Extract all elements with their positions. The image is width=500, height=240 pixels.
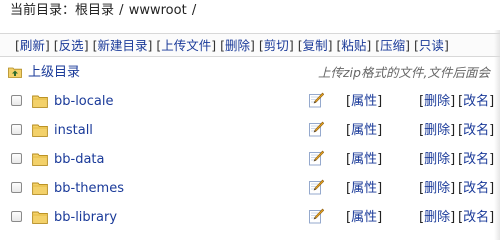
breadcrumb-separator: / <box>191 3 197 18</box>
folder-icon <box>32 153 48 166</box>
file-row: bb-themes [属性] [删除] [改名] <box>0 174 500 203</box>
delete-label: 删除 <box>424 94 451 109</box>
folder-icon <box>32 95 48 108</box>
edit-icon[interactable] <box>309 179 324 195</box>
file-checkbox[interactable] <box>11 211 22 222</box>
file-name-link[interactable]: install <box>54 116 93 145</box>
parent-directory-row: 上级目录 上传zip格式的文件,文件后面会 <box>0 62 500 84</box>
file-name-link[interactable]: bb-locale <box>54 87 113 116</box>
edit-icon[interactable] <box>309 208 324 224</box>
rename-action[interactable]: [改名] <box>458 145 494 174</box>
delete-action[interactable]: [删除] <box>419 145 455 174</box>
file-row: bb-locale [属性] [删除] [改名] <box>0 87 500 116</box>
refresh-button[interactable]: 刷新 <box>20 38 45 53</box>
delete-action[interactable]: [删除] <box>419 174 455 203</box>
breadcrumb-current[interactable]: wwwroot <box>129 3 187 18</box>
delete-button[interactable]: 删除 <box>225 38 250 53</box>
edit-icon[interactable] <box>309 92 324 108</box>
attributes-label: 属性 <box>351 94 378 109</box>
edit-icon[interactable] <box>309 150 324 166</box>
folder-icon <box>32 182 48 195</box>
attributes-action[interactable]: [属性] <box>346 174 382 203</box>
new-folder-button[interactable]: 新建目录 <box>97 38 147 53</box>
attributes-action[interactable]: [属性] <box>346 203 382 232</box>
attributes-action[interactable]: [属性] <box>346 87 382 116</box>
toolbar: [刷新] [反选] [新建目录] [上传文件] [删除] [剪切] [复制] [… <box>0 33 500 57</box>
parent-directory-link[interactable]: 上级目录 <box>28 62 80 84</box>
file-row: bb-library [属性] [删除] [改名] <box>0 203 500 232</box>
upload-file-button[interactable]: 上传文件 <box>161 38 211 53</box>
file-checkbox[interactable] <box>11 153 22 164</box>
file-checkbox[interactable] <box>11 124 22 135</box>
paste-button[interactable]: 粘贴 <box>341 38 366 53</box>
delete-action[interactable]: [删除] <box>419 203 455 232</box>
breadcrumb: 当前目录：根目录 / wwwroot / <box>0 0 500 24</box>
delete-label: 删除 <box>424 152 451 167</box>
file-name-link[interactable]: bb-data <box>54 145 104 174</box>
breadcrumb-root[interactable]: 根目录 <box>75 3 114 18</box>
rename-label: 改名 <box>463 181 490 196</box>
rename-action[interactable]: [改名] <box>458 116 494 145</box>
readonly-button[interactable]: 只读 <box>419 38 444 53</box>
rename-action[interactable]: [改名] <box>458 203 494 232</box>
rename-label: 改名 <box>463 152 490 167</box>
cut-button[interactable]: 剪切 <box>264 38 289 53</box>
file-checkbox[interactable] <box>11 95 22 106</box>
delete-label: 删除 <box>424 181 451 196</box>
folder-up-icon[interactable] <box>8 66 22 78</box>
breadcrumb-label: 当前目录： <box>10 3 76 18</box>
scroll-edge <box>494 30 500 240</box>
delete-action[interactable]: [删除] <box>419 87 455 116</box>
attributes-label: 属性 <box>351 123 378 138</box>
folder-icon <box>32 211 48 224</box>
file-name-link[interactable]: bb-library <box>54 203 117 232</box>
file-row: install [属性] [删除] [改名] <box>0 116 500 145</box>
rename-action[interactable]: [改名] <box>458 174 494 203</box>
invert-selection-button[interactable]: 反选 <box>59 38 84 53</box>
delete-label: 删除 <box>424 123 451 138</box>
copy-button[interactable]: 复制 <box>303 38 328 53</box>
file-name-link[interactable]: bb-themes <box>54 174 124 203</box>
edit-icon[interactable] <box>309 121 324 137</box>
breadcrumb-separator: / <box>119 3 124 18</box>
delete-action[interactable]: [删除] <box>419 116 455 145</box>
attributes-label: 属性 <box>351 210 378 225</box>
delete-label: 删除 <box>424 210 451 225</box>
attributes-action[interactable]: [属性] <box>346 116 382 145</box>
attributes-label: 属性 <box>351 181 378 196</box>
upload-hint: 上传zip格式的文件,文件后面会 <box>318 65 490 80</box>
attributes-label: 属性 <box>351 152 378 167</box>
rename-label: 改名 <box>463 123 490 138</box>
folder-icon <box>32 124 48 137</box>
attributes-action[interactable]: [属性] <box>346 145 382 174</box>
rename-label: 改名 <box>463 210 490 225</box>
file-checkbox[interactable] <box>11 182 22 193</box>
file-row: bb-data [属性] [删除] [改名] <box>0 145 500 174</box>
compress-button[interactable]: 压缩 <box>380 38 405 53</box>
rename-action[interactable]: [改名] <box>458 87 494 116</box>
rename-label: 改名 <box>463 94 490 109</box>
file-manager: 当前目录：根目录 / wwwroot / [刷新] [反选] [新建目录] [上… <box>0 0 500 240</box>
